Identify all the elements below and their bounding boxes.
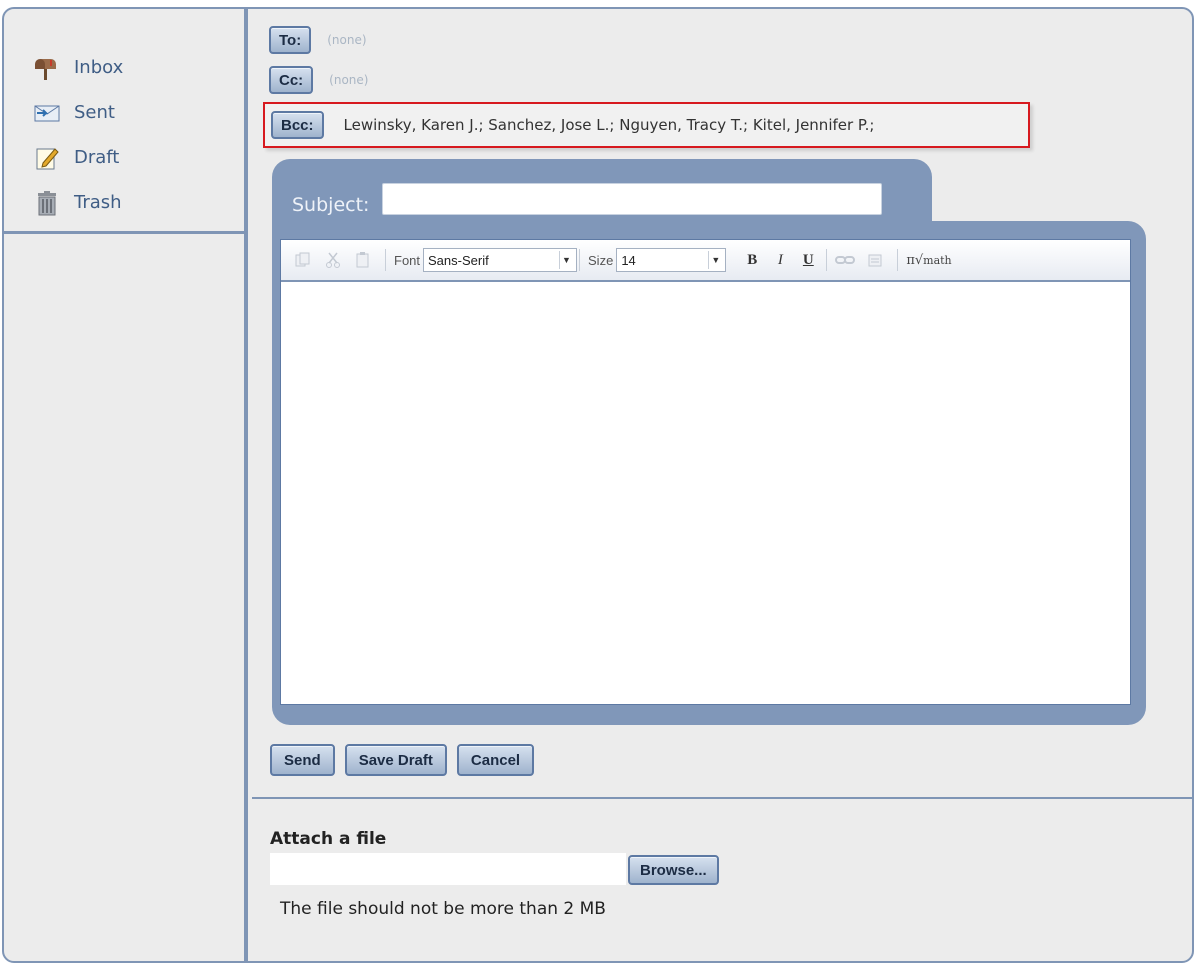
toolbar-divider <box>385 249 386 271</box>
toolbar-divider <box>826 249 828 271</box>
send-button[interactable]: Send <box>270 744 335 776</box>
editor-panel: Font Sans-Serif ▼ Size 14 ▼ B I U π√math <box>272 221 1146 725</box>
save-draft-button[interactable]: Save Draft <box>344 744 447 776</box>
italic-button[interactable]: I <box>768 252 792 269</box>
sidebar-item-sent[interactable]: Sent <box>4 90 244 135</box>
attachment-section: Attach a file Browse... The file should … <box>252 797 1192 961</box>
sent-mail-icon <box>32 100 62 126</box>
compose-actions: Send Save Draft Cancel <box>270 744 535 776</box>
bcc-button[interactable]: Bcc: <box>271 111 324 139</box>
size-select[interactable]: 14 ▼ <box>616 248 727 272</box>
sidebar-item-label: Sent <box>74 102 115 123</box>
sidebar: Inbox Sent Draft Trash <box>4 9 248 961</box>
file-path-input[interactable] <box>270 853 626 885</box>
cc-row: Cc: (none) <box>269 66 368 94</box>
sidebar-item-label: Draft <box>74 147 120 168</box>
toolbar-divider <box>897 249 899 271</box>
subject-input[interactable] <box>382 183 882 215</box>
cc-value: (none) <box>329 73 369 87</box>
font-select-value: Sans-Serif <box>428 252 489 268</box>
bcc-row: Bcc: Lewinsky, Karen J.; Sanchez, Jose L… <box>263 102 1030 148</box>
editor-toolbar: Font Sans-Serif ▼ Size 14 ▼ B I U π√math <box>281 240 1130 282</box>
to-button[interactable]: To: <box>269 26 312 54</box>
sidebar-item-label: Trash <box>74 192 122 213</box>
chevron-down-icon: ▼ <box>559 251 573 269</box>
cancel-button[interactable]: Cancel <box>456 744 535 776</box>
toolbar-divider <box>579 249 581 271</box>
draft-icon <box>32 145 62 171</box>
size-select-value: 14 <box>621 252 636 268</box>
compose-panel: To: (none) Cc: (none) Bcc: Lewinsky, Kar… <box>252 9 1192 961</box>
folder-list: Inbox Sent Draft Trash <box>4 9 244 234</box>
mail-window: Inbox Sent Draft Trash To: (none) Cc: (n… <box>2 7 1194 963</box>
font-label: Font <box>394 252 421 268</box>
mailbox-icon <box>32 55 62 81</box>
sidebar-item-trash[interactable]: Trash <box>4 180 244 225</box>
size-label: Size <box>588 252 614 268</box>
sidebar-item-draft[interactable]: Draft <box>4 135 244 180</box>
paste-icon[interactable] <box>353 250 373 270</box>
unlink-icon[interactable] <box>865 250 885 270</box>
link-icon[interactable] <box>835 250 856 270</box>
subject-label: Subject: <box>292 194 370 216</box>
rich-text-editor: Font Sans-Serif ▼ Size 14 ▼ B I U π√math <box>280 239 1131 705</box>
trash-icon <box>32 190 62 216</box>
to-value: (none) <box>327 33 367 47</box>
font-select[interactable]: Sans-Serif ▼ <box>423 248 578 272</box>
math-button[interactable]: π√math <box>906 253 951 268</box>
file-size-note: The file should not be more than 2 MB <box>280 899 606 919</box>
underline-button[interactable]: U <box>796 252 820 269</box>
to-row: To: (none) <box>269 26 367 54</box>
bcc-recipients[interactable]: Lewinsky, Karen J.; Sanchez, Jose L.; Ng… <box>344 116 875 134</box>
bold-button[interactable]: B <box>740 252 764 269</box>
message-body[interactable] <box>281 282 1130 704</box>
chevron-down-icon: ▼ <box>708 251 722 269</box>
copy-icon[interactable] <box>293 250 313 270</box>
sidebar-item-inbox[interactable]: Inbox <box>4 45 244 90</box>
browse-button[interactable]: Browse... <box>628 855 719 885</box>
cut-icon[interactable] <box>323 250 343 270</box>
sidebar-item-label: Inbox <box>74 57 124 78</box>
cc-button[interactable]: Cc: <box>269 66 314 94</box>
math-symbol: π√ <box>906 252 924 268</box>
attach-title: Attach a file <box>270 829 387 849</box>
math-label: math <box>923 253 952 267</box>
